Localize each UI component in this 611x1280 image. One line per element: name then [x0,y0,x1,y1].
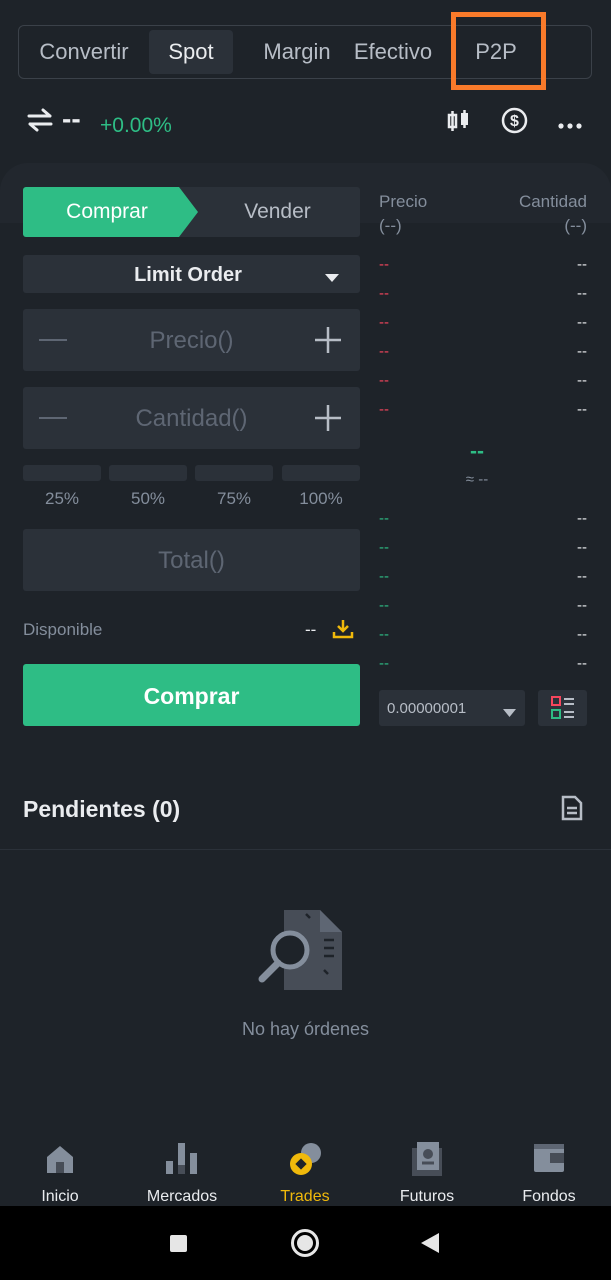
dollar-circle-icon[interactable]: $ [501,107,528,134]
order-history-icon[interactable] [561,795,583,821]
precision-select[interactable]: 0.00000001 [379,690,525,726]
orderbook-qty-unit: (--) [564,216,587,235]
pending-title: Pendientes (0) [23,796,181,822]
nav-mercados[interactable]: Mercados [127,1130,237,1206]
percent-50-bar[interactable] [109,465,187,481]
nav-futuros[interactable]: Futuros [372,1130,482,1206]
price-plus-icon[interactable] [315,327,341,353]
bid-row[interactable]: -- -- [379,626,587,655]
system-nav-bar [0,1206,611,1280]
order-type-select[interactable]: Limit Order [23,255,360,293]
orderbook-price-header: Precio [379,192,428,211]
nav-label: Futuros [399,1188,455,1205]
futures-icon [412,1142,442,1176]
orderbook-qty-header: Cantidad [518,192,587,211]
bid-row[interactable]: -- -- [379,597,587,626]
price-input[interactable]: Precio() [23,309,360,371]
nav-label: Trades [280,1188,330,1205]
home-button-icon[interactable] [290,1228,320,1258]
nav-inicio[interactable]: Inicio [5,1130,115,1206]
ask-row[interactable]: -- -- [379,285,587,314]
orderbook-layout-icon [551,696,575,720]
buy-button[interactable]: Comprar [23,664,360,726]
swap-pair-icon[interactable] [26,106,54,134]
bid-row[interactable]: -- -- [379,568,587,597]
total-field[interactable]: Total() [23,529,360,591]
pair-change: +0.00% [100,114,172,137]
candlestick-chart-icon[interactable] [446,108,472,134]
ask-row[interactable]: -- -- [379,372,587,401]
precision-value: 0.00000001 [387,700,467,717]
percent-100-label: 100% [299,489,343,508]
orderbook-price-unit: (--) [379,216,402,235]
trades-coin-icon [289,1142,323,1176]
amount-plus-icon[interactable] [315,405,341,431]
mid-price-approx: ≈ -- [465,471,489,488]
nav-trades[interactable]: Trades [250,1130,360,1206]
available-value: -- [305,620,317,639]
percent-75-bar[interactable] [195,465,273,481]
chevron-down-icon [325,270,339,282]
available-label: Disponible [23,620,103,639]
svg-text:$: $ [510,113,519,130]
total-input[interactable]: Total() [23,529,360,591]
bid-row[interactable]: -- -- [379,510,587,539]
bid-row[interactable]: -- -- [379,655,587,684]
divider [0,849,611,850]
sell-tab[interactable]: Vender [195,187,360,237]
ask-row[interactable]: -- -- [379,343,587,372]
nav-fondos[interactable]: Fondos [494,1130,604,1206]
bottom-nav: Inicio Mercados Trades Futuros Fondos [0,1130,611,1206]
wallet-icon [534,1144,564,1172]
nav-label: Inicio [41,1188,79,1205]
deposit-download-icon[interactable] [332,618,354,640]
percent-25-bar[interactable] [23,465,101,481]
price-stepper: Precio() [23,309,360,371]
bid-row[interactable]: -- -- [379,539,587,568]
nav-label: Fondos [522,1188,576,1205]
amount-input[interactable]: Cantidad() [23,387,360,449]
pair-name[interactable]: -- [62,103,81,135]
ask-row[interactable]: -- -- [379,401,587,430]
recent-apps-icon[interactable] [170,1235,187,1252]
tab-margin[interactable]: Margin [243,30,351,74]
percent-25-label: 25% [44,489,80,508]
home-icon [45,1144,75,1174]
chevron-down-icon [503,704,516,717]
empty-orders-icon [258,908,352,994]
market-bars-icon [166,1143,198,1175]
mid-price[interactable]: -- [379,440,575,464]
tab-convertir[interactable]: Convertir [25,30,143,74]
p2p-highlight-box [451,12,546,90]
back-icon[interactable] [421,1233,439,1253]
percent-100-bar[interactable] [282,465,360,481]
tab-spot[interactable]: Spot [149,30,233,74]
percent-75-label: 75% [216,489,252,508]
more-options-icon[interactable] [557,117,585,129]
ask-row[interactable]: -- -- [379,314,587,343]
buy-tab-label: Comprar [66,200,148,223]
percent-50-label: 50% [130,489,166,508]
order-type-value: Limit Order [134,264,242,286]
orderbook-layout-button[interactable] [538,690,587,726]
nav-label: Mercados [146,1188,218,1205]
empty-orders-text: No hay órdenes [241,1019,370,1039]
amount-stepper: Cantidad() [23,387,360,449]
tab-efectivo[interactable]: Efectivo [345,30,441,74]
ask-row[interactable]: -- -- [379,256,587,285]
